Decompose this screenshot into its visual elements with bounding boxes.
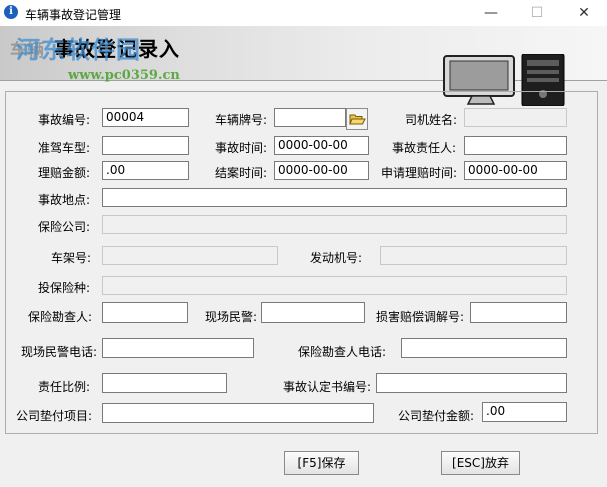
surveyor-phone-field[interactable] [401,338,567,358]
advance-amount-field[interactable]: .00 [482,402,567,422]
cancel-button[interactable]: [ESC]放弃 [441,451,520,475]
frame-no-field[interactable] [102,246,278,265]
insurance-type-field[interactable] [102,276,567,295]
plate-no-label: 车辆牌号: [215,113,268,127]
save-button[interactable]: [F5]保存 [284,451,359,475]
liability-ratio-label: 责任比例: [38,380,91,394]
engine-no-label: 发动机号: [310,251,363,265]
location-label: 事故地点: [38,193,91,207]
accident-time-label: 事故时间: [215,141,268,155]
surveyor-field[interactable] [102,302,188,323]
insurer-field[interactable] [102,215,567,234]
minimize-button[interactable]: — [468,0,514,26]
insurance-type-label: 投保险种: [38,281,91,295]
close-time-field[interactable]: 0000-00-00 [274,161,369,180]
close-time-label: 结案时间: [215,166,268,180]
license-type-label: 准驾车型: [38,141,91,155]
maximize-button[interactable]: ☐ [514,0,560,26]
mediation-no-field[interactable] [470,302,567,323]
advance-amount-label: 公司垫付金额: [398,409,475,423]
certificate-no-label: 事故认定书编号: [283,380,372,394]
window-title: 车辆事故登记管理 [25,8,122,22]
license-type-field[interactable] [102,136,189,155]
claim-apply-time-field[interactable]: 0000-00-00 [464,161,567,180]
police-label: 现场民警: [205,310,258,324]
accident-no-label: 事故编号: [38,113,91,127]
header-banner: 车辆 事故登记录入 河东软件园 www.pc0359.cn [0,26,607,106]
close-button[interactable]: ✕ [561,0,607,26]
accident-time-field[interactable]: 0000-00-00 [274,136,369,155]
mediation-no-label: 损害赔偿调解号: [376,310,465,324]
watermark-text: 河东软件园 [16,35,141,64]
police-phone-field[interactable] [102,338,254,358]
responsible-label: 事故责任人: [392,141,457,155]
location-field[interactable] [102,188,567,207]
police-phone-label: 现场民警电话: [21,345,98,359]
accident-no-field[interactable]: 00004 [102,108,189,127]
driver-name-label: 司机姓名: [405,113,458,127]
surveyor-phone-label: 保险勘查人电话: [298,345,387,359]
watermark-url: www.pc0359.cn [68,68,180,83]
police-field[interactable] [261,302,365,323]
frame-no-label: 车架号: [51,251,92,265]
advance-item-field[interactable] [102,403,374,423]
liability-ratio-field[interactable] [102,373,227,393]
advance-item-label: 公司垫付项目: [16,409,93,423]
title-bar: i 车辆事故登记管理 — ☐ ✕ [0,0,607,27]
certificate-no-field[interactable] [376,373,567,393]
responsible-field[interactable] [464,136,567,155]
claim-apply-time-label: 申请理赔时间: [381,166,458,180]
plate-no-field[interactable] [274,108,346,127]
info-icon: i [4,5,18,19]
claim-amount-label: 理赔金额: [38,166,91,180]
driver-name-field[interactable] [464,108,567,127]
folder-open-icon[interactable] [346,108,368,130]
engine-no-field[interactable] [380,246,567,265]
insurer-label: 保险公司: [38,220,91,234]
surveyor-label: 保险勘查人: [28,310,93,324]
claim-amount-field[interactable]: .00 [102,161,189,180]
